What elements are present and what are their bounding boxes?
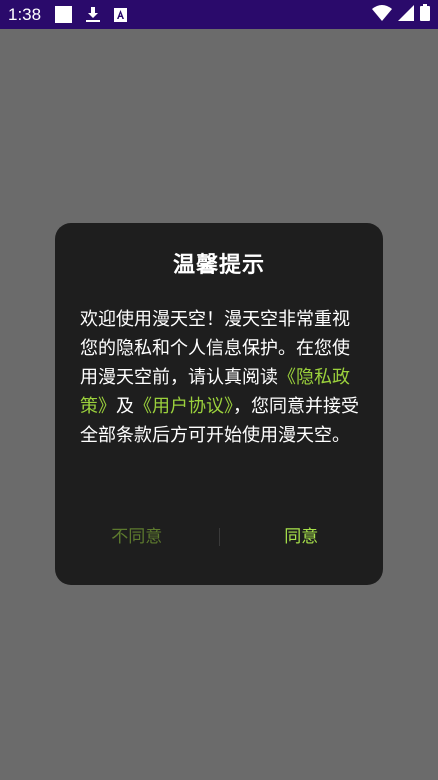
wifi-icon xyxy=(372,4,392,25)
download-icon xyxy=(86,6,101,23)
dialog-title: 温馨提示 xyxy=(172,253,265,278)
status-bar: 1:38 xyxy=(0,0,438,29)
privacy-dialog: 温馨提示 欢迎使用漫天空！漫天空非常重视您的隐私和个人信息保护。在您使用漫天空前… xyxy=(55,223,383,585)
square-icon xyxy=(55,6,73,23)
status-icons-right xyxy=(372,4,430,25)
user-agreement-link[interactable]: 《用户协议》 xyxy=(134,396,233,417)
keyboard-a-icon xyxy=(114,7,128,22)
body-conjunction: 及 xyxy=(116,396,134,417)
battery-icon xyxy=(420,4,430,25)
agree-button[interactable]: 同意 xyxy=(220,521,384,553)
dialog-actions: 不同意 同意 xyxy=(55,521,383,553)
status-time: 1:38 xyxy=(8,4,42,24)
disagree-button[interactable]: 不同意 xyxy=(55,521,219,553)
signal-icon xyxy=(398,4,414,25)
dialog-body: 欢迎使用漫天空！漫天空非常重视您的隐私和个人信息保护。在您使用漫天空前，请认真阅… xyxy=(80,305,360,450)
